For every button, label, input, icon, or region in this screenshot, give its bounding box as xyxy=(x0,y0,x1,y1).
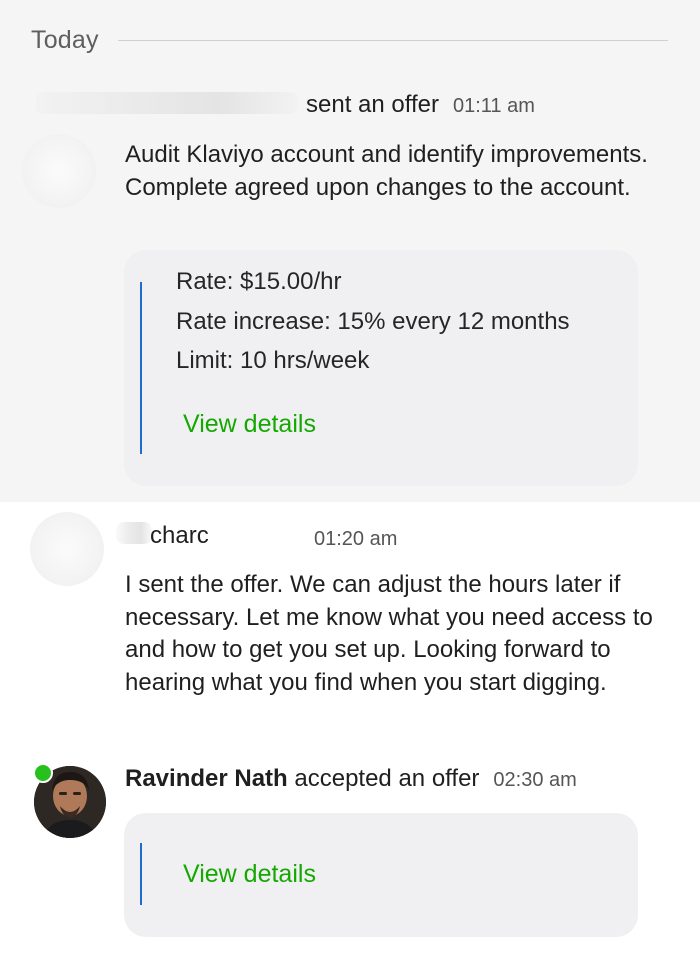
offer-rate-increase: Rate increase: 15% every 12 months xyxy=(176,308,570,335)
offer-card: Rate: $15.00/hr Rate increase: 15% every… xyxy=(124,250,638,486)
offer-rate: Rate: $15.00/hr xyxy=(176,268,342,295)
view-details-link[interactable]: View details xyxy=(183,410,316,439)
avatar-redacted xyxy=(22,134,96,208)
message-time-wrap: 01:20 am xyxy=(300,524,397,552)
sender-name[interactable]: Ravinder Nath xyxy=(125,765,288,792)
message-time: 01:11 am xyxy=(452,95,535,117)
offer-card-accent-bar xyxy=(140,843,142,905)
message-time: 02:30 am xyxy=(493,769,577,791)
message-time: 01:20 am xyxy=(314,528,398,550)
message-text: I sent the offer. We can adjust the hour… xyxy=(125,571,653,696)
offer-card: View details xyxy=(124,813,638,937)
day-separator: Today xyxy=(0,0,700,72)
day-label: Today xyxy=(31,26,99,54)
message-action: sent an offer xyxy=(306,91,439,118)
offer-limit: Limit: 10 hrs/week xyxy=(176,347,370,374)
message-header: charc xyxy=(150,522,209,550)
avatar-redacted xyxy=(30,512,104,586)
offer-card-accent-bar xyxy=(140,282,142,454)
message-header: Ravinder Nath accepted an offer 02:30 am xyxy=(125,765,577,793)
sender-name-redacted xyxy=(116,522,152,544)
online-status-icon xyxy=(33,763,53,783)
sender-name-redacted xyxy=(36,92,298,114)
message-offer-sent: sent an offer 01:11 am Audit Klaviyo acco… xyxy=(0,72,700,502)
message-header: sent an offer 01:11 am xyxy=(306,91,535,119)
message-text: Audit Klaviyo account and identify impro… xyxy=(125,141,648,201)
message-action: accepted an offer xyxy=(294,765,480,792)
view-details-link[interactable]: View details xyxy=(183,860,316,889)
sender-name: charc xyxy=(150,522,209,549)
message-reply: charc 01:20 am I sent the offer. We can … xyxy=(0,502,700,752)
day-divider xyxy=(118,40,668,41)
